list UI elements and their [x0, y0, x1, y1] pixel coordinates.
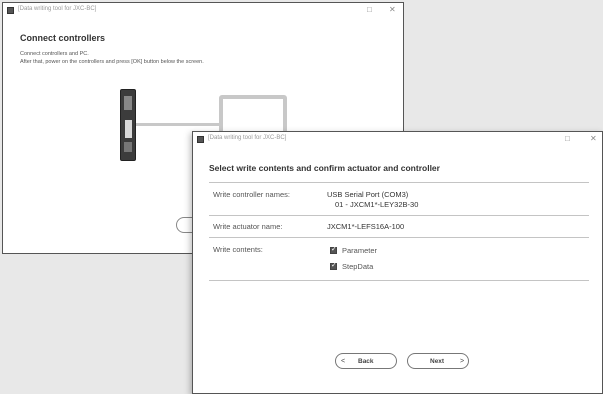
close-icon[interactable]: ✕: [590, 134, 597, 144]
parameter-checkbox-label[interactable]: Parameter: [342, 246, 377, 255]
divider: [209, 237, 589, 238]
title-bar: [Data writing tool for JXC-BC] □ ✕: [193, 132, 602, 148]
next-button[interactable]: Next >: [407, 353, 469, 369]
page-title: Connect controllers: [20, 33, 106, 43]
title-bar: [Data writing tool for JXC-BC] □ ✕: [3, 3, 403, 19]
divider: [209, 182, 589, 183]
back-button[interactable]: < Back: [335, 353, 397, 369]
instruction-text: Connect controllers and PC.: [20, 51, 89, 57]
back-button-label: Back: [358, 358, 374, 365]
chevron-right-icon: >: [460, 358, 465, 365]
controller-illustration: [120, 89, 136, 161]
controller-port-value: USB Serial Port (COM3): [327, 190, 409, 199]
actuator-name-label: Write actuator name:: [213, 222, 283, 231]
minimize-icon[interactable]: □: [565, 134, 570, 144]
minimize-icon[interactable]: □: [367, 5, 372, 15]
app-icon: [7, 7, 14, 14]
actuator-name-value: JXCM1*-LEFS16A-100: [327, 222, 405, 231]
write-contents-window: [Data writing tool for JXC-BC] □ ✕ Selec…: [192, 131, 603, 394]
chevron-left-icon: <: [341, 358, 346, 365]
close-icon[interactable]: ✕: [389, 5, 396, 15]
check-icon: ✓: [331, 262, 337, 269]
divider: [209, 280, 589, 281]
check-icon: ✓: [331, 246, 337, 253]
next-button-label: Next: [430, 358, 445, 365]
cable-illustration: [136, 123, 219, 126]
controller-names-label: Write controller names:: [213, 190, 290, 199]
app-icon: [197, 136, 204, 143]
divider: [209, 215, 589, 216]
controller-name-value: 01 - JXCM1*-LEY32B-30: [335, 200, 419, 209]
page-title: Select write contents and confirm actuat…: [209, 163, 440, 173]
instruction-text: After that, power on the controllers and…: [20, 59, 204, 65]
stepdata-checkbox-label[interactable]: StepData: [342, 262, 373, 271]
window-title: [Data writing tool for JXC-BC]: [208, 135, 287, 141]
write-contents-label: Write contents:: [213, 245, 263, 254]
parameter-checkbox[interactable]: ✓: [330, 246, 337, 254]
stepdata-checkbox[interactable]: ✓: [330, 262, 337, 270]
window-title: [Data writing tool for JXC-BC]: [18, 6, 97, 12]
